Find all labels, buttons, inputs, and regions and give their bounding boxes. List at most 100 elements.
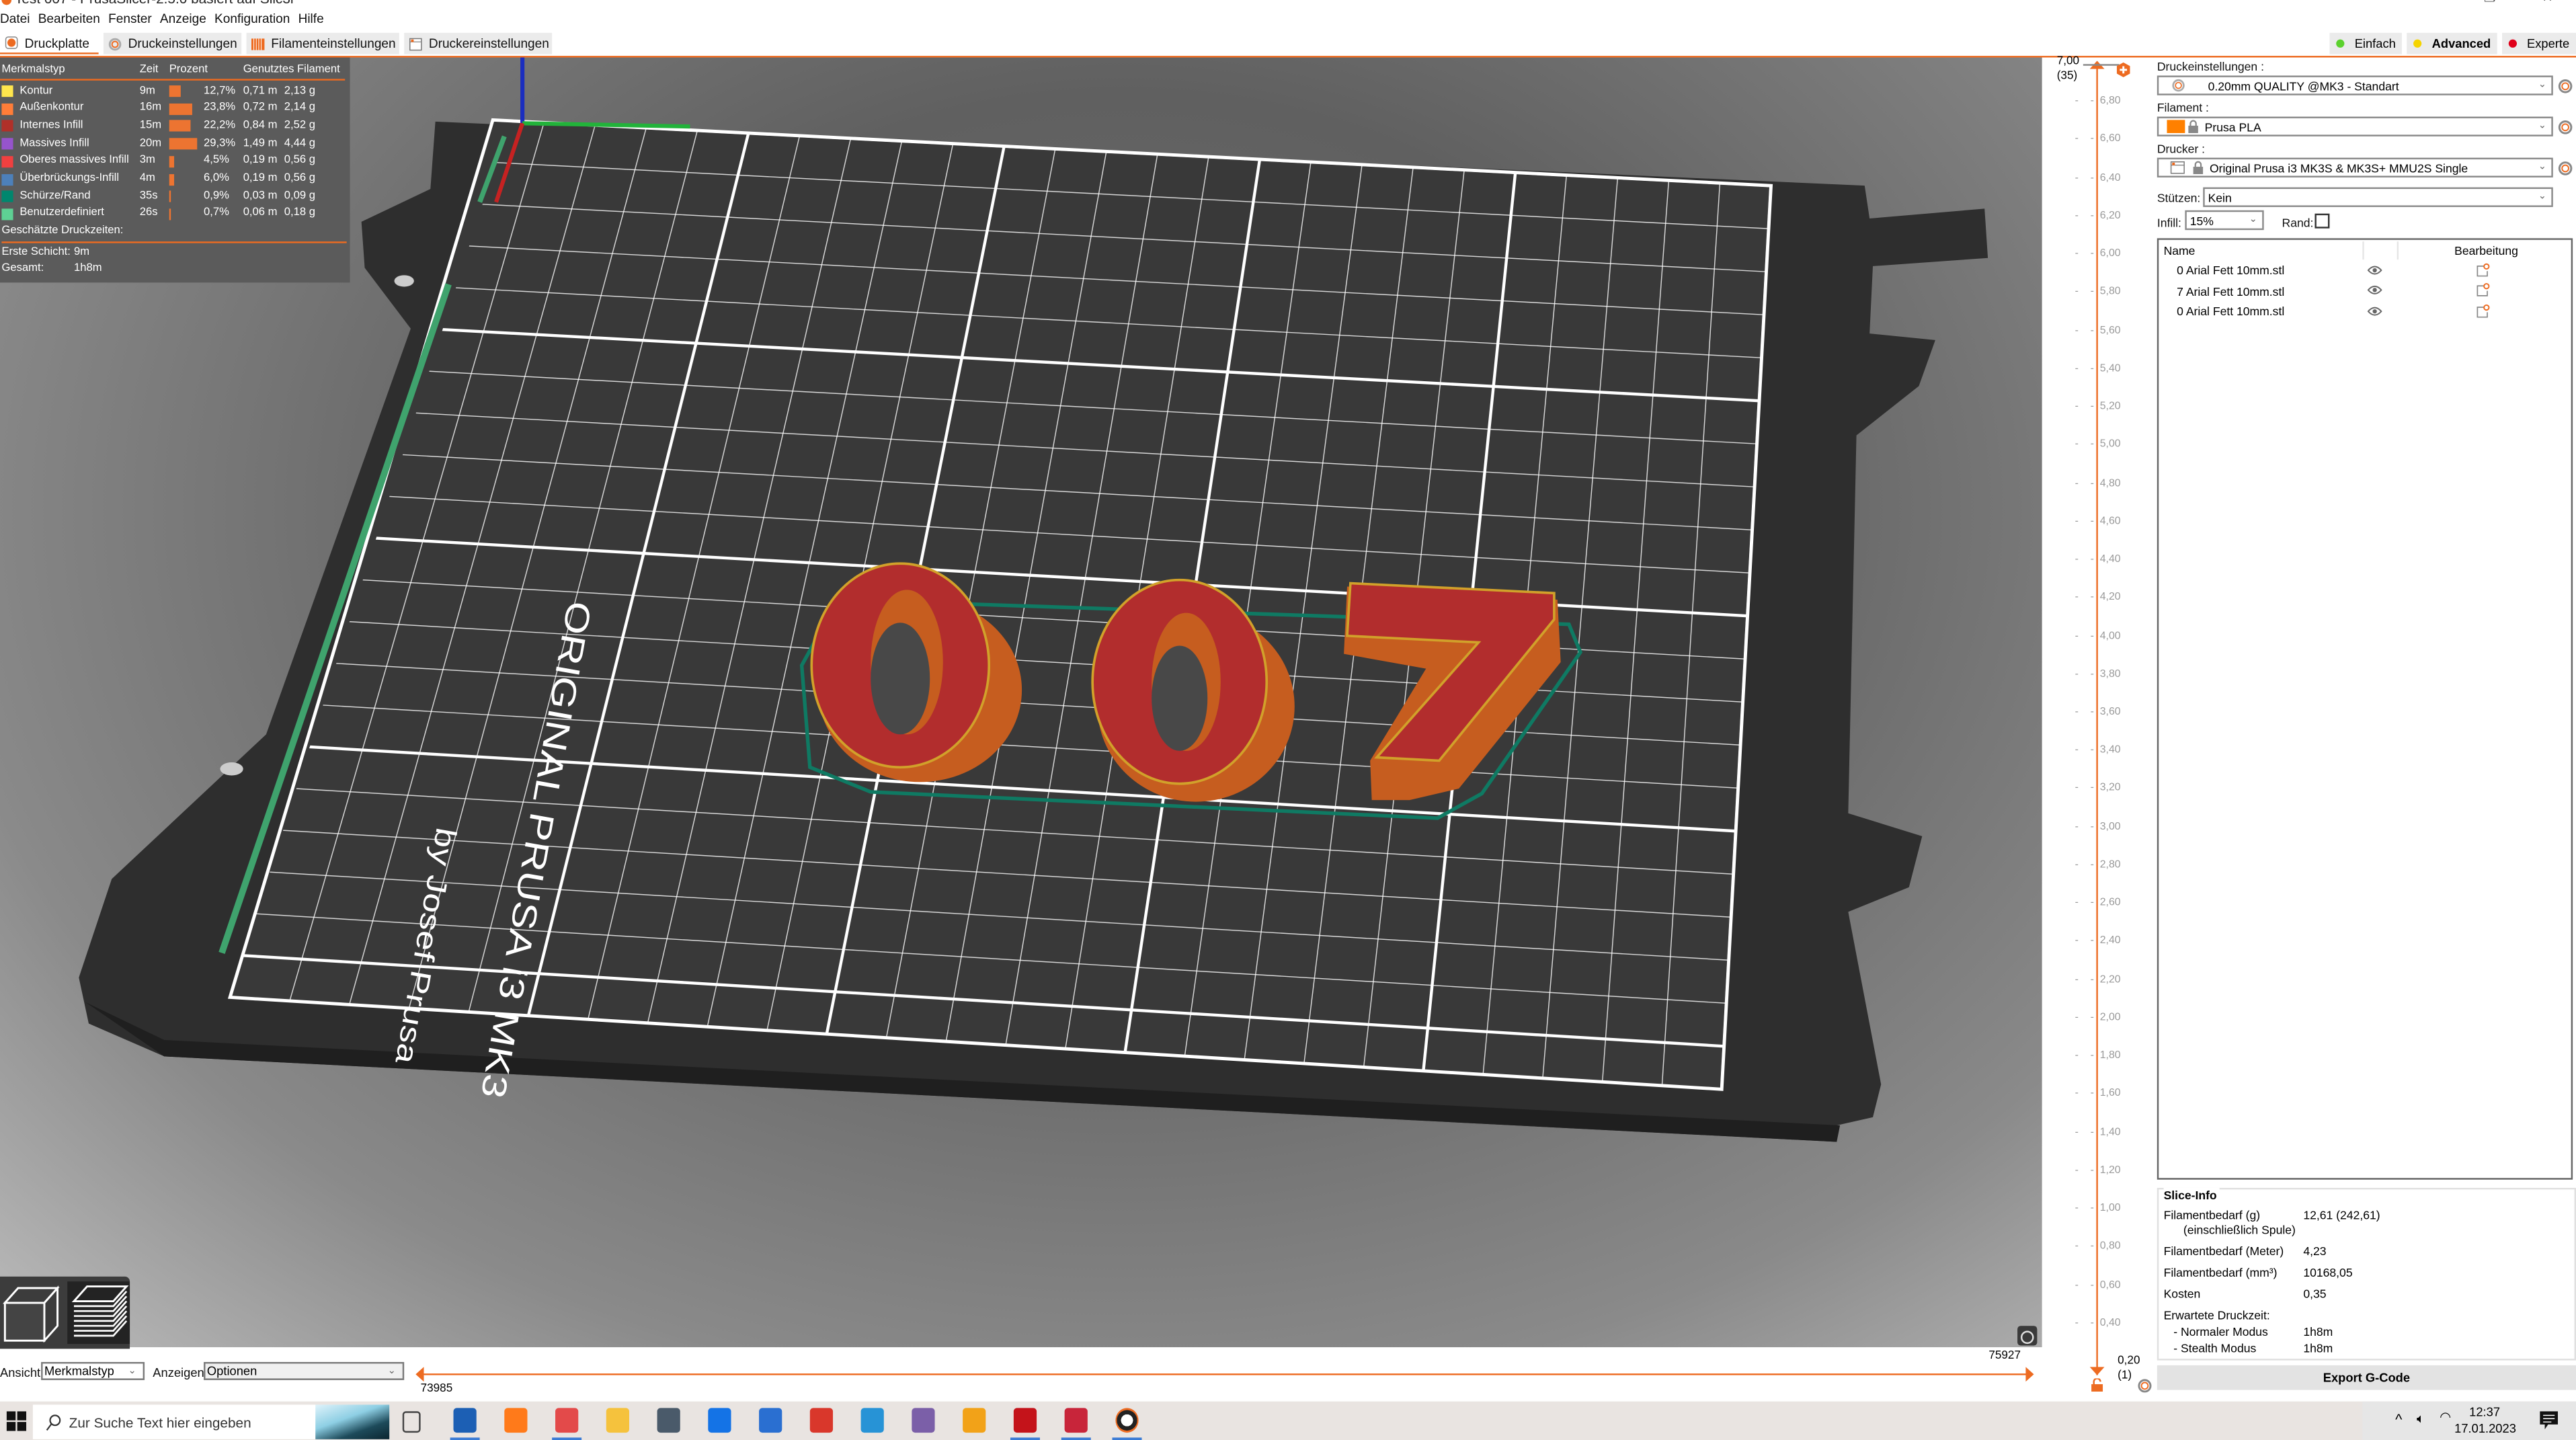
- menu-bearbeiten[interactable]: Bearbeiten: [38, 11, 100, 31]
- menu-konfiguration[interactable]: Konfiguration: [214, 11, 290, 31]
- legend-weight: 2,52 g: [284, 120, 315, 132]
- legend-length: 0,71 m: [243, 84, 278, 96]
- horizontal-move-slider[interactable]: 73985 75927: [415, 1351, 2034, 1395]
- object-list-header: Name Bearbeitung: [2159, 241, 2571, 260]
- calculator-icon[interactable]: [657, 1408, 680, 1433]
- edit-settings-icon[interactable]: [2476, 303, 2491, 318]
- taskbar-running-indicator: [1112, 1437, 1142, 1440]
- app-spiral-icon[interactable]: [708, 1408, 731, 1433]
- app-blue-cube-icon[interactable]: [860, 1408, 884, 1433]
- vslider-tick-label: 3,60: [2099, 706, 2121, 718]
- lock-icon: [2188, 120, 2198, 133]
- reset-view-button[interactable]: [2017, 1326, 2038, 1346]
- legend-row: Schürze/Rand 35s 0,9% 0,03 m 0,09 g: [0, 190, 345, 206]
- preview-layers-icon[interactable]: [67, 1281, 130, 1345]
- unlock-icon[interactable]: [2091, 1378, 2103, 1392]
- print-settings-combo[interactable]: 0.20mm QUALITY @MK3 - Standart ⌄: [2157, 75, 2553, 95]
- tab-druckereinstellungen[interactable]: Druckereinstellungen: [404, 32, 553, 54]
- hslider-low-thumb[interactable]: [415, 1367, 424, 1382]
- tab-druckplatte[interactable]: Druckplatte: [0, 32, 99, 54]
- vslider-tick: - - 3,20: [2075, 783, 2121, 795]
- menu-datei[interactable]: Datei: [0, 11, 30, 31]
- brim-label: Rand:: [2282, 215, 2314, 231]
- mode-einfach[interactable]: Einfach: [2330, 32, 2403, 54]
- wifi-icon[interactable]: ◠: [2440, 1410, 2451, 1425]
- task-view-icon[interactable]: [402, 1411, 421, 1433]
- clock-date[interactable]: 17.01.2023: [2454, 1421, 2516, 1436]
- printer-combo[interactable]: Original Prusa i3 MK3S & MK3S+ MMU2S Sin…: [2157, 157, 2553, 177]
- onenote-icon[interactable]: [912, 1408, 935, 1433]
- snipping-tool-icon[interactable]: [555, 1408, 579, 1433]
- mode-experte[interactable]: Experte: [2502, 32, 2576, 54]
- layer-height-slider[interactable]: 7,00 (35) - - 6,80 - - 6,60 - - 6,40 - - 6,…: [2042, 56, 2154, 1402]
- paint-icon[interactable]: [809, 1408, 834, 1433]
- maximize-icon[interactable]: ❐: [2484, 0, 2496, 5]
- legend-swatch: [1, 138, 13, 150]
- cog-icon[interactable]: [2137, 1378, 2152, 1393]
- hslider-high-thumb[interactable]: [2025, 1367, 2034, 1382]
- menu-fenster[interactable]: Fenster: [108, 11, 152, 31]
- brim-checkbox[interactable]: [2315, 213, 2330, 229]
- object-list-row[interactable]: 0 Arial Fett 10mm.stl: [2159, 303, 2571, 322]
- object-list-row[interactable]: 7 Arial Fett 10mm.stl: [2159, 282, 2571, 301]
- tab-druckeinstellungen[interactable]: Druckeinstellungen: [103, 32, 242, 54]
- eye-icon[interactable]: [2367, 284, 2382, 296]
- menu-hilfe[interactable]: Hilfe: [298, 11, 324, 31]
- app-red-grid-icon[interactable]: [1064, 1408, 1088, 1433]
- vslider-tick: - - 4,60: [2075, 515, 2121, 528]
- supports-combo[interactable]: Kein ⌄: [2203, 187, 2553, 207]
- vslider-tick: - - 2,60: [2075, 897, 2121, 909]
- slice-info-label: Filamentbedarf (Meter): [2163, 1244, 2284, 1259]
- legend-header-percent: Prozent: [169, 63, 208, 75]
- add-color-change-icon[interactable]: [2116, 62, 2131, 77]
- edit-settings-icon[interactable]: [2476, 262, 2491, 277]
- taskbar-running-indicator: [450, 1437, 480, 1440]
- object-list-row[interactable]: 0 Arial Fett 10mm.stl: [2159, 262, 2571, 281]
- firefox-icon[interactable]: [504, 1408, 528, 1433]
- vslider-tick-label: 3,40: [2099, 744, 2121, 756]
- vslider-bottom-thumb[interactable]: [2089, 1367, 2105, 1375]
- export-gcode-button[interactable]: Export G-Code: [2157, 1365, 2576, 1390]
- printer-gear-icon[interactable]: [2558, 160, 2573, 175]
- thunderbird-icon[interactable]: [759, 1408, 782, 1433]
- slice-info-value: 4,23: [2303, 1244, 2327, 1259]
- filament-gear-icon[interactable]: [2558, 119, 2573, 134]
- notification-center-icon[interactable]: [2540, 1411, 2559, 1430]
- menu-anzeige[interactable]: Anzeige: [160, 11, 206, 31]
- windows-start-icon[interactable]: [6, 1411, 27, 1431]
- vslider-bottom-value: 0,20: [2118, 1355, 2140, 1367]
- acrobat-reader-icon[interactable]: [1013, 1408, 1037, 1433]
- view-type-select[interactable]: Merkmalstyp ⌄: [41, 1361, 145, 1380]
- vslider-tick-label: 0,60: [2099, 1279, 2121, 1291]
- print-settings-gear-icon[interactable]: [2558, 78, 2573, 93]
- mode-advanced[interactable]: Advanced: [2407, 32, 2498, 54]
- close-icon[interactable]: ✕: [2542, 0, 2552, 5]
- column-name[interactable]: Name: [2164, 243, 2196, 258]
- eye-icon[interactable]: [2367, 264, 2382, 275]
- legend-swatch: [1, 103, 13, 115]
- chevron-down-icon: ⌄: [2538, 121, 2547, 132]
- infill-combo[interactable]: 15% ⌄: [2185, 210, 2264, 231]
- volume-icon[interactable]: 🔈︎: [2417, 1411, 2425, 1427]
- show-hidden-icons-icon[interactable]: ^: [2395, 1411, 2402, 1427]
- tab-filamenteinstellungen[interactable]: Filamenteinstellungen: [246, 32, 399, 54]
- taskbar-search-input[interactable]: Zur Suche Text hier eingeben: [32, 1404, 390, 1439]
- edit-settings-icon[interactable]: [2476, 282, 2491, 297]
- vslider-tick-label: 6,20: [2099, 210, 2121, 222]
- legend-length: 0,84 m: [243, 120, 278, 132]
- filament-combo[interactable]: Prusa PLA ⌄: [2157, 116, 2553, 136]
- file-explorer-icon[interactable]: [606, 1408, 630, 1433]
- vslider-tick-label: 2,40: [2099, 935, 2121, 947]
- vslider-tick: - - 6,60: [2075, 134, 2121, 146]
- app-sun-cloud-icon[interactable]: [963, 1408, 986, 1433]
- clock-time[interactable]: 12:37: [2469, 1405, 2500, 1420]
- microsoft-store-icon[interactable]: [453, 1408, 477, 1433]
- hslider-high-value: 75927: [1988, 1350, 2021, 1362]
- filament-color-swatch: [2167, 120, 2185, 133]
- 3d-view-icon[interactable]: [1, 1283, 61, 1343]
- prusaslicer-icon[interactable]: [1115, 1408, 1139, 1433]
- vslider-tick-label: 0,80: [2099, 1240, 2121, 1252]
- show-options-select[interactable]: Optionen ⌄: [204, 1361, 405, 1380]
- eye-icon[interactable]: [2367, 305, 2382, 316]
- column-edit[interactable]: Bearbeitung: [2454, 243, 2518, 258]
